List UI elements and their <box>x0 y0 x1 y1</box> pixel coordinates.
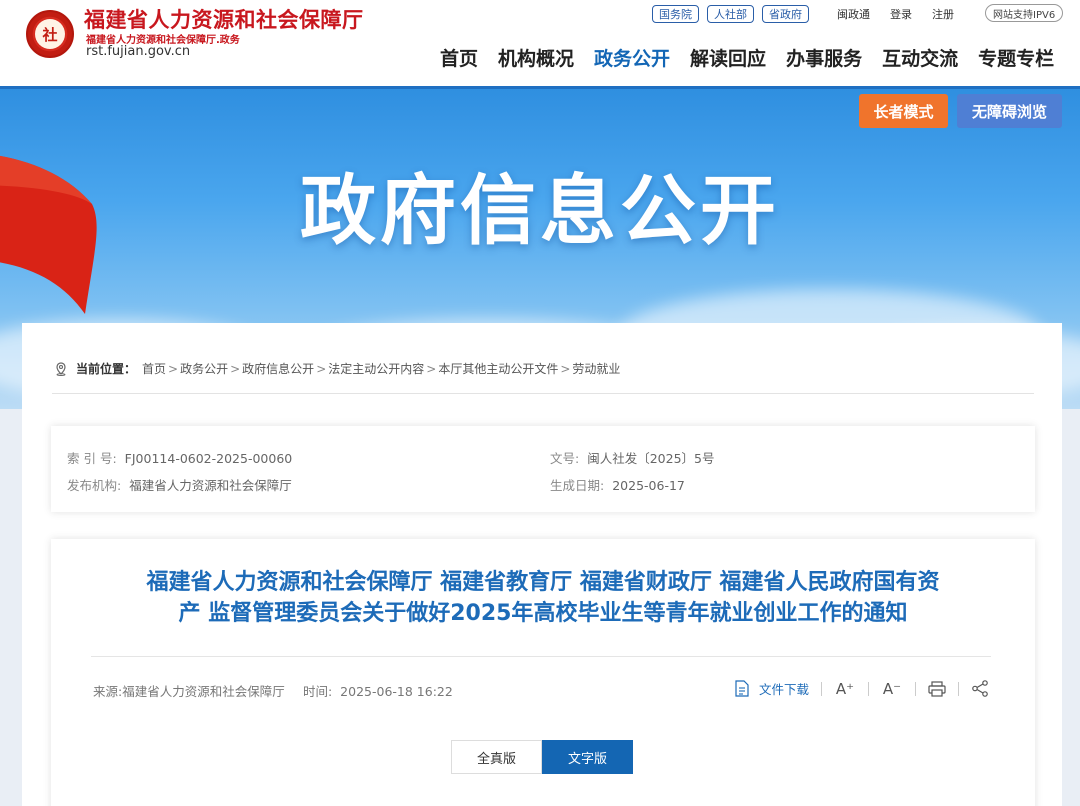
tool-separator <box>958 681 960 696</box>
version-tabs: 全真版 文字版 <box>451 740 633 774</box>
document-time-label: 时间: <box>303 684 333 699</box>
breadcrumb-separator: > <box>230 361 241 376</box>
breadcrumb-lead: 当前位置： <box>76 362 137 376</box>
document-time-value: 2025-06-18 16:22 <box>340 684 453 699</box>
nav-home[interactable]: 首页 <box>440 44 478 71</box>
document-time: 时间: 2025-06-18 16:22 <box>303 681 453 700</box>
nav-organization[interactable]: 机构概况 <box>498 44 574 71</box>
breadcrumb-employment[interactable]: 劳动就业 <box>572 360 620 377</box>
tab-full-version[interactable]: 全真版 <box>451 740 542 774</box>
top-links: 国务院 人社部 省政府 闽政通 登录 注册 <box>652 5 954 23</box>
breadcrumb-separator: > <box>560 361 571 376</box>
main-nav: 首页 机构概况 政务公开 解读回应 办事服务 互动交流 专题专栏 <box>440 44 1054 71</box>
banner-title: 政府信息公开 <box>300 166 780 255</box>
content-card: 当前位置： 首页 > 政务公开 > 政府信息公开 > 法定主动公开内容 > 本厅… <box>22 323 1062 806</box>
nav-gov-affairs[interactable]: 政务公开 <box>594 44 670 71</box>
register-link[interactable]: 注册 <box>932 6 954 22</box>
breadcrumb-separator: > <box>426 361 437 376</box>
print-icon[interactable] <box>928 680 946 697</box>
generated-date-value: 2025-06-17 <box>612 478 685 493</box>
site-emblem-icon[interactable]: 社 <box>26 10 74 58</box>
document-title: 福建省人力资源和社会保障厅 福建省教育厅 福建省财政厅 福建省人民政府国有资 产… <box>81 567 1005 629</box>
site-header: 社 福建省人力资源和社会保障厅 福建省人力资源和社会保障厅.政务 rst.fuj… <box>0 0 1080 89</box>
tool-separator <box>821 681 823 696</box>
site-title[interactable]: 福建省人力资源和社会保障厅 <box>84 4 364 34</box>
file-download-label: 文件下载 <box>759 682 810 697</box>
tool-separator <box>915 681 917 696</box>
nav-interpretation[interactable]: 解读回应 <box>690 44 766 71</box>
location-pin-icon <box>56 361 66 376</box>
breadcrumb-gov-info[interactable]: 政府信息公开 <box>242 360 314 377</box>
document-number-label: 文号: <box>550 451 580 466</box>
breadcrumb: 当前位置： 首页 > 政务公开 > 政府信息公开 > 法定主动公开内容 > 本厅… <box>54 360 620 377</box>
tool-separator <box>868 681 870 696</box>
document-tools: 文件下载 A⁺ A⁻ <box>735 679 989 698</box>
nav-services[interactable]: 办事服务 <box>786 44 862 71</box>
file-download-button[interactable]: 文件下载 <box>735 679 809 698</box>
generated-date-label: 生成日期: <box>550 478 605 493</box>
breadcrumb-separator: > <box>316 361 327 376</box>
issuing-agency: 发布机构: 福建省人力资源和社会保障厅 <box>67 475 292 494</box>
document-source: 来源:福建省人力资源和社会保障厅 <box>93 684 285 699</box>
breadcrumb-other-docs[interactable]: 本厅其他主动公开文件 <box>438 360 558 377</box>
emblem-inner: 社 <box>35 19 65 49</box>
breadcrumb-home[interactable]: 首页 <box>142 360 166 377</box>
breadcrumb-gov-affairs[interactable]: 政务公开 <box>180 360 228 377</box>
index-number: 索 引 号: FJ00114-0602-2025-00060 <box>67 448 292 467</box>
file-icon <box>735 680 749 697</box>
document-title-line1: 福建省人力资源和社会保障厅 福建省教育厅 福建省财政厅 福建省人民政府国有资 <box>146 570 940 595</box>
title-divider <box>91 656 991 657</box>
index-number-value: FJ00114-0602-2025-00060 <box>124 451 293 466</box>
document-number-value: 闽人社发〔2025〕5号 <box>587 451 715 466</box>
ipv6-badge: 网站支持IPV6 <box>985 4 1064 22</box>
site-domain: rst.fujian.gov.cn <box>86 44 191 59</box>
accessible-browse-button[interactable]: 无障碍浏览 <box>957 94 1062 128</box>
link-mohrss[interactable]: 人社部 <box>707 5 754 23</box>
document-title-line2: 产 监督管理委员会关于做好2025年高校毕业生等青年就业创业工作的通知 <box>178 601 908 626</box>
login-link[interactable]: 登录 <box>890 6 912 22</box>
link-provincial-gov[interactable]: 省政府 <box>762 5 809 23</box>
link-state-council[interactable]: 国务院 <box>652 5 699 23</box>
nav-interaction[interactable]: 互动交流 <box>882 44 958 71</box>
tab-text-version[interactable]: 文字版 <box>542 740 633 774</box>
issuing-agency-value: 福建省人力资源和社会保障厅 <box>129 478 292 493</box>
breadcrumb-statutory[interactable]: 法定主动公开内容 <box>328 360 424 377</box>
document-number: 文号: 闽人社发〔2025〕5号 <box>550 448 714 467</box>
nav-special-topics[interactable]: 专题专栏 <box>978 44 1054 71</box>
document-metadata: 索 引 号: FJ00114-0602-2025-00060 发布机构: 福建省人力… <box>51 426 1035 512</box>
font-increase-icon[interactable]: A⁺ <box>834 680 856 698</box>
font-decrease-icon[interactable]: A⁻ <box>881 680 903 698</box>
share-icon[interactable] <box>971 680 989 697</box>
breadcrumb-separator: > <box>168 361 179 376</box>
generated-date: 生成日期: 2025-06-17 <box>550 475 685 494</box>
link-minzhengtong[interactable]: 闽政通 <box>837 6 870 22</box>
breadcrumb-divider <box>52 393 1034 394</box>
elder-mode-button[interactable]: 长者模式 <box>859 94 948 128</box>
index-number-label: 索 引 号: <box>67 451 117 466</box>
document-body: 福建省人力资源和社会保障厅 福建省教育厅 福建省财政厅 福建省人民政府国有资 产… <box>51 539 1035 806</box>
issuing-agency-label: 发布机构: <box>67 478 122 493</box>
